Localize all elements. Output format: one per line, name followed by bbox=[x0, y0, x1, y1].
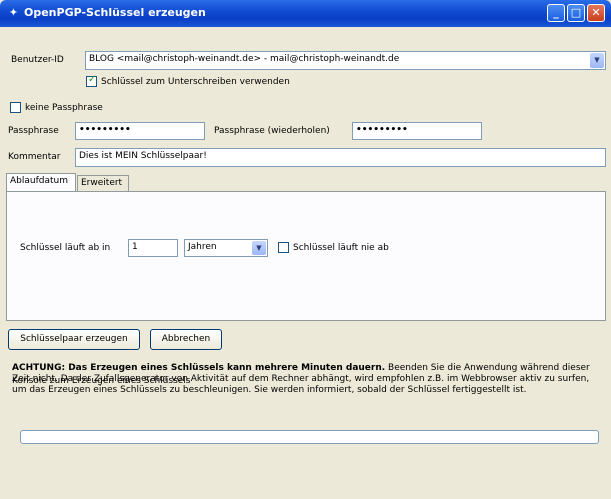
no-passphrase-checkbox[interactable] bbox=[10, 102, 21, 113]
close-button[interactable]: ✕ bbox=[587, 4, 605, 22]
user-id-select[interactable]: BLOG <mail@christoph-weinandt.de> - mail… bbox=[85, 51, 606, 70]
window-title: OpenPGP-Schlüssel erzeugen bbox=[24, 6, 206, 19]
dialog-content: Benutzer-ID BLOG <mail@christoph-weinand… bbox=[0, 27, 611, 499]
generate-keypair-button[interactable]: Schlüsselpaar erzeugen bbox=[8, 329, 140, 350]
passphrase-repeat-input[interactable]: ••••••••• bbox=[352, 122, 482, 140]
no-passphrase-label: keine Passphrase bbox=[25, 103, 103, 113]
never-expires-checkbox[interactable] bbox=[278, 242, 289, 253]
tab-advanced[interactable]: Erweitert bbox=[77, 175, 129, 191]
tab-expiry[interactable]: Ablaufdatum bbox=[6, 173, 76, 191]
app-icon: ✦ bbox=[8, 6, 19, 19]
expiry-unit-value: Jahren bbox=[188, 242, 217, 252]
user-id-label: Benutzer-ID bbox=[11, 55, 64, 65]
title-bar[interactable]: ✦ OpenPGP-Schlüssel erzeugen _ □ ✕ bbox=[0, 0, 611, 27]
comment-input[interactable]: Dies ist MEIN Schlüsselpaar! bbox=[75, 148, 606, 167]
chevron-down-icon[interactable]: ▼ bbox=[252, 241, 266, 255]
cancel-button[interactable]: Abbrechen bbox=[150, 329, 222, 350]
minimize-button[interactable]: _ bbox=[547, 4, 565, 22]
comment-label: Kommentar bbox=[8, 152, 61, 162]
console-warning-bold: ACHTUNG: Das Erzeugen eines Schlüssels k… bbox=[12, 363, 386, 373]
chevron-down-icon[interactable]: ▼ bbox=[590, 53, 604, 68]
use-for-signing-label: Schlüssel zum Unterschreiben verwenden bbox=[101, 77, 290, 87]
never-expires-label: Schlüssel läuft nie ab bbox=[293, 243, 389, 253]
generate-key-dialog: ✦ OpenPGP-Schlüssel erzeugen _ □ ✕ Benut… bbox=[0, 0, 611, 499]
expiry-panel bbox=[6, 191, 606, 321]
maximize-button[interactable]: □ bbox=[567, 4, 585, 22]
user-id-value: BLOG <mail@christoph-weinandt.de> - mail… bbox=[89, 54, 400, 64]
progress-bar bbox=[20, 430, 599, 444]
expiry-amount-input[interactable]: 1 bbox=[128, 239, 178, 257]
passphrase-input[interactable]: ••••••••• bbox=[75, 122, 205, 140]
passphrase-label: Passphrase bbox=[8, 126, 59, 136]
use-for-signing-checkbox[interactable] bbox=[86, 74, 97, 87]
passphrase-repeat-label: Passphrase (wiederholen) bbox=[214, 126, 330, 136]
expiry-unit-select[interactable]: Jahren ▼ bbox=[184, 239, 268, 257]
expiry-label: Schlüssel läuft ab in bbox=[20, 243, 111, 253]
console-message: ACHTUNG: Das Erzeugen eines Schlüssels k… bbox=[12, 363, 599, 396]
